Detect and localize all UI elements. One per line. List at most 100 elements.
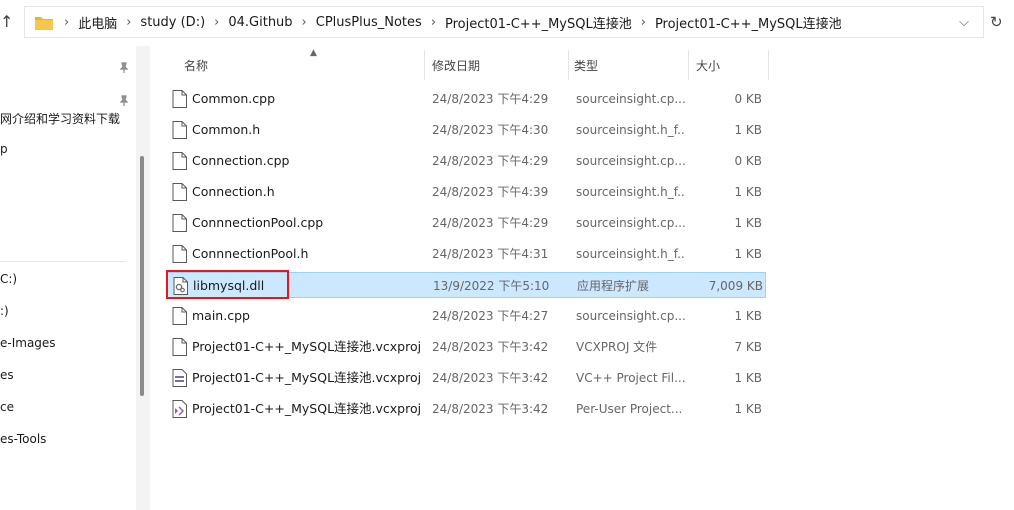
column-header-type[interactable]: 类型 bbox=[574, 46, 674, 84]
file-name: Project01-C++_MySQL连接池.vcxproj.... bbox=[192, 401, 420, 416]
file-size: 7,009 KB bbox=[708, 279, 763, 293]
chevron-right-icon[interactable]: › bbox=[117, 15, 140, 30]
file-row[interactable]: Connection.cpp 24/8/2023 下午4:29 sourceinsi… bbox=[166, 148, 766, 174]
breadcrumb-item[interactable]: Project01-C++_MySQL连接池 bbox=[655, 13, 842, 32]
nav-item[interactable]: 网介绍和学习资料下载 bbox=[0, 110, 120, 130]
file-icon bbox=[172, 307, 187, 325]
breadcrumb-item[interactable]: 此电脑 bbox=[78, 13, 117, 32]
nav-divider bbox=[0, 261, 126, 262]
nav-item[interactable]: C:) bbox=[0, 272, 17, 292]
breadcrumb-item[interactable]: 04.Github bbox=[228, 15, 292, 30]
vcxproj-user-icon bbox=[172, 400, 187, 418]
column-divider[interactable] bbox=[424, 50, 425, 80]
nav-item[interactable]: :) bbox=[0, 304, 9, 324]
file-size: 1 KB bbox=[734, 123, 762, 137]
address-bar[interactable]: › 此电脑 › study (D:) › 04.Github › CPlusPlus_Note… bbox=[24, 6, 984, 38]
file-name: Connection.h bbox=[192, 184, 275, 199]
chevron-down-icon[interactable]: ⌵ bbox=[959, 15, 969, 30]
nav-item[interactable]: es-Tools bbox=[0, 432, 46, 452]
file-type: sourceinsight.h_f... bbox=[576, 185, 686, 199]
file-icon bbox=[172, 121, 187, 139]
column-header-size[interactable]: 大小 bbox=[696, 46, 756, 84]
address-toolbar: ↑ › 此电脑 › study (D:) › 04.Github › CPlusPlus_No… bbox=[0, 0, 1014, 46]
file-type: sourceinsight.cp... bbox=[576, 92, 686, 106]
file-type: VC++ Project Fil... bbox=[576, 371, 686, 385]
file-name: main.cpp bbox=[192, 308, 250, 323]
file-type: sourceinsight.cp... bbox=[576, 154, 686, 168]
file-date: 24/8/2023 下午3:42 bbox=[432, 340, 549, 354]
file-date: 24/8/2023 下午3:42 bbox=[432, 402, 549, 416]
nav-item[interactable]: es bbox=[0, 368, 14, 388]
file-row[interactable]: ConnnectionPool.h 24/8/2023 下午4:31 sourcei… bbox=[166, 241, 766, 267]
file-size: 1 KB bbox=[734, 402, 762, 416]
file-size: 0 KB bbox=[734, 92, 762, 106]
file-icon bbox=[172, 183, 187, 201]
file-row[interactable]: main.cpp 24/8/2023 下午4:27 sourceinsight.cp… bbox=[166, 303, 766, 329]
file-size: 7 KB bbox=[734, 340, 762, 354]
up-arrow-icon[interactable]: ↑ bbox=[0, 12, 12, 34]
breadcrumb-item[interactable]: CPlusPlus_Notes bbox=[316, 15, 422, 30]
file-date: 24/8/2023 下午4:31 bbox=[432, 247, 549, 261]
file-name: ConnnectionPool.cpp bbox=[192, 215, 324, 230]
file-date: 24/8/2023 下午4:30 bbox=[432, 123, 549, 137]
file-size: 1 KB bbox=[734, 371, 762, 385]
file-type: 应用程序扩展 bbox=[577, 279, 650, 293]
column-divider[interactable] bbox=[568, 50, 569, 80]
chevron-right-icon[interactable]: › bbox=[632, 15, 655, 30]
file-row[interactable]: Project01-C++_MySQL连接池.vcxproj.... 24/8/2… bbox=[166, 396, 766, 422]
nav-item[interactable]: e-Images bbox=[0, 336, 56, 356]
file-size: 1 KB bbox=[734, 247, 762, 261]
breadcrumb-item[interactable]: Project01-C++_MySQL连接池 bbox=[445, 13, 632, 32]
file-date: 24/8/2023 下午4:27 bbox=[432, 309, 549, 323]
file-icon bbox=[172, 245, 187, 263]
column-headers: ▲ 名称 修改日期 类型 大小 bbox=[164, 46, 784, 84]
file-date: 24/8/2023 下午4:29 bbox=[432, 154, 549, 168]
file-name: Project01-C++_MySQL连接池.vcxproj.... bbox=[192, 370, 420, 385]
file-icon bbox=[172, 90, 187, 108]
pin-icon bbox=[118, 95, 130, 107]
folder-icon bbox=[35, 17, 53, 30]
file-row[interactable]: Common.cpp 24/8/2023 下午4:29 sourceinsight.… bbox=[166, 86, 766, 112]
file-type: sourceinsight.cp... bbox=[576, 216, 686, 230]
file-row[interactable]: ConnnectionPool.cpp 24/8/2023 下午4:29 sourc… bbox=[166, 210, 766, 236]
file-date: 24/8/2023 下午3:42 bbox=[432, 371, 549, 385]
chevron-right-icon[interactable]: › bbox=[55, 15, 78, 30]
chevron-right-icon[interactable]: › bbox=[422, 15, 445, 30]
file-name: Common.h bbox=[192, 122, 261, 137]
file-date: 13/9/2022 下午5:10 bbox=[433, 279, 550, 293]
nav-item[interactable]: p bbox=[0, 142, 8, 162]
chevron-right-icon[interactable]: › bbox=[205, 15, 228, 30]
column-divider[interactable] bbox=[768, 50, 769, 80]
nav-scrollbar[interactable] bbox=[140, 156, 144, 396]
file-name: ConnnectionPool.h bbox=[192, 246, 309, 261]
breadcrumb: › 此电脑 › study (D:) › 04.Github › CPlusPlus_Note… bbox=[55, 7, 842, 37]
navigation-pane: 网介绍和学习资料下载 p C:):) e-Images es ce es-Tools bbox=[0, 46, 136, 510]
nav-item[interactable]: ce bbox=[0, 400, 14, 420]
file-icon bbox=[172, 338, 187, 356]
file-type: sourceinsight.cp... bbox=[576, 309, 686, 323]
vcxproj-filters-icon bbox=[172, 369, 187, 387]
highlight-box bbox=[166, 270, 289, 299]
file-name: Common.cpp bbox=[192, 91, 276, 106]
file-row[interactable]: Project01-C++_MySQL连接池.vcxproj.... 24/8/2… bbox=[166, 365, 766, 391]
chevron-right-icon[interactable]: › bbox=[293, 15, 316, 30]
file-type: sourceinsight.h_f... bbox=[576, 247, 686, 261]
breadcrumb-item[interactable]: study (D:) bbox=[140, 15, 205, 30]
file-type: VCXPROJ 文件 bbox=[576, 340, 658, 354]
file-date: 24/8/2023 下午4:29 bbox=[432, 216, 549, 230]
column-header-name[interactable]: 名称 bbox=[184, 46, 424, 84]
file-size: 1 KB bbox=[734, 309, 762, 323]
column-divider[interactable] bbox=[688, 50, 689, 80]
file-date: 24/8/2023 下午4:39 bbox=[432, 185, 549, 199]
file-row[interactable]: Project01-C++_MySQL连接池.vcxproj 24/8/2023 … bbox=[166, 334, 766, 360]
column-header-date[interactable]: 修改日期 bbox=[432, 46, 562, 84]
file-type: sourceinsight.h_f... bbox=[576, 123, 686, 137]
file-icon bbox=[172, 152, 187, 170]
file-name: Connection.cpp bbox=[192, 153, 290, 168]
file-size: 1 KB bbox=[734, 185, 762, 199]
refresh-icon[interactable]: ↻ bbox=[990, 13, 1010, 33]
pin-icon bbox=[118, 62, 130, 74]
file-row[interactable]: Common.h 24/8/2023 下午4:30 sourceinsight.h_… bbox=[166, 117, 766, 143]
file-row[interactable]: Connection.h 24/8/2023 下午4:39 sourceinsigh… bbox=[166, 179, 766, 205]
file-name: Project01-C++_MySQL连接池.vcxproj bbox=[192, 339, 420, 354]
